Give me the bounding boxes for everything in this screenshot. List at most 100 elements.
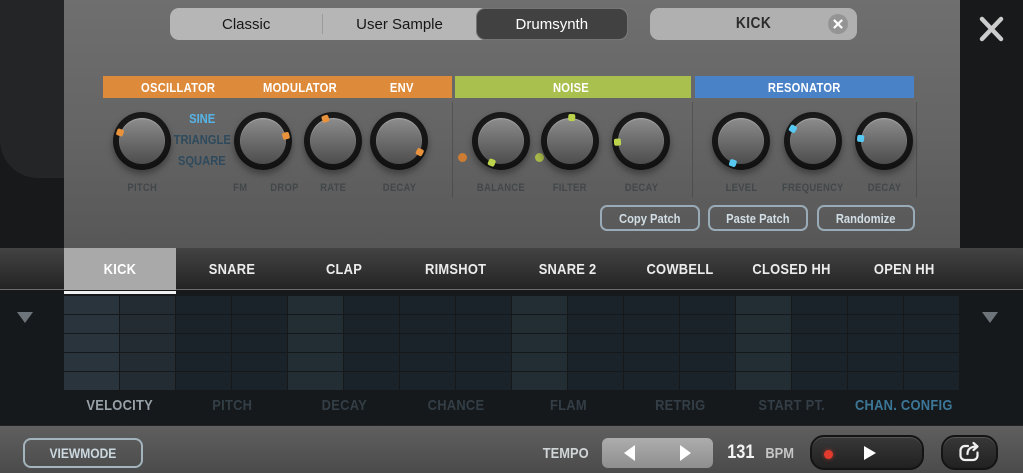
step-cell[interactable] — [120, 353, 175, 371]
step-cell[interactable] — [736, 296, 791, 314]
step-cell[interactable] — [624, 353, 679, 371]
step-cell[interactable] — [792, 296, 847, 314]
step-cell[interactable] — [64, 334, 119, 352]
step-cell[interactable] — [232, 353, 287, 371]
step-cell[interactable] — [64, 353, 119, 371]
step-cell[interactable] — [456, 372, 511, 390]
step-cell[interactable] — [624, 296, 679, 314]
step-cell[interactable] — [288, 334, 343, 352]
step-cell[interactable] — [848, 353, 903, 371]
step-cell[interactable] — [680, 353, 735, 371]
step-cell[interactable] — [680, 315, 735, 333]
step-cell[interactable] — [120, 334, 175, 352]
fm-drop-knob[interactable] — [234, 112, 292, 170]
step-cell[interactable] — [456, 296, 511, 314]
viewmode-button[interactable]: VIEWMODE — [23, 438, 143, 468]
clear-name-button[interactable] — [828, 14, 848, 34]
step-cell[interactable] — [792, 353, 847, 371]
pitch-knob[interactable] — [113, 112, 171, 170]
waveform-option-triangle[interactable]: TRIANGLE — [169, 129, 235, 150]
record-indicator-icon[interactable] — [824, 450, 833, 459]
step-cell[interactable] — [232, 372, 287, 390]
step-cell[interactable] — [400, 353, 455, 371]
param-tab-pitch[interactable]: PITCH — [176, 394, 288, 416]
step-cell[interactable] — [288, 353, 343, 371]
step-cell[interactable] — [568, 296, 623, 314]
step-cell[interactable] — [792, 315, 847, 333]
noise-decay-knob[interactable] — [612, 112, 670, 170]
step-cell[interactable] — [568, 334, 623, 352]
waveform-option-sine[interactable]: SINE — [187, 108, 217, 129]
env-decay-knob[interactable] — [370, 112, 428, 170]
expand-left-icon[interactable] — [17, 312, 33, 323]
step-cell[interactable] — [848, 372, 903, 390]
param-tab-chan-config[interactable]: CHAN. CONFIG — [848, 394, 960, 416]
param-tab-chance[interactable]: CHANCE — [400, 394, 512, 416]
step-cell[interactable] — [232, 315, 287, 333]
step-cell[interactable] — [176, 296, 231, 314]
step-cell[interactable] — [680, 296, 735, 314]
step-cell[interactable] — [624, 315, 679, 333]
track-tab-clap[interactable]: CLAP — [288, 248, 400, 290]
type-tab-user-sample[interactable]: User Sample — [323, 8, 475, 40]
type-tab-drumsynth[interactable]: Drumsynth — [476, 8, 628, 40]
step-cell[interactable] — [904, 353, 959, 371]
filter-knob[interactable] — [541, 112, 599, 170]
step-cell[interactable] — [512, 353, 567, 371]
step-cell[interactable] — [120, 315, 175, 333]
step-cell[interactable] — [400, 334, 455, 352]
play-button[interactable] — [810, 435, 924, 470]
copy-patch-button[interactable]: Copy Patch — [600, 205, 700, 231]
step-cell[interactable] — [344, 372, 399, 390]
param-tab-flam[interactable]: FLAM — [512, 394, 624, 416]
balance-knob[interactable] — [472, 112, 530, 170]
step-cell[interactable] — [176, 353, 231, 371]
step-cell[interactable] — [176, 334, 231, 352]
param-tab-retrig[interactable]: RETRIG — [624, 394, 736, 416]
type-tab-classic[interactable]: Classic — [170, 8, 322, 40]
step-cell[interactable] — [680, 334, 735, 352]
step-cell[interactable] — [288, 372, 343, 390]
step-cell[interactable] — [232, 296, 287, 314]
param-tab-velocity[interactable]: VELOCITY — [64, 394, 176, 416]
step-cell[interactable] — [176, 315, 231, 333]
track-tab-rimshot[interactable]: RIMSHOT — [400, 248, 512, 290]
step-cell[interactable] — [624, 334, 679, 352]
step-cell[interactable] — [288, 315, 343, 333]
export-button[interactable] — [941, 435, 998, 470]
param-tab-start-pt[interactable]: START PT. — [736, 394, 848, 416]
track-tab-snare-2[interactable]: SNARE 2 — [512, 248, 624, 290]
step-cell[interactable] — [176, 372, 231, 390]
res-decay-knob[interactable] — [855, 112, 913, 170]
step-cell[interactable] — [736, 334, 791, 352]
rate-knob[interactable] — [304, 112, 362, 170]
step-cell[interactable] — [792, 372, 847, 390]
step-cell[interactable] — [736, 353, 791, 371]
step-cell[interactable] — [568, 315, 623, 333]
step-cell[interactable] — [456, 315, 511, 333]
step-cell[interactable] — [120, 296, 175, 314]
track-tab-closed-hh[interactable]: CLOSED HH — [736, 248, 848, 290]
step-cell[interactable] — [344, 334, 399, 352]
level-knob[interactable] — [712, 112, 770, 170]
step-cell[interactable] — [736, 372, 791, 390]
expand-right-icon[interactable] — [982, 312, 998, 323]
param-tab-decay[interactable]: DECAY — [288, 394, 400, 416]
randomize-button[interactable]: Randomize — [817, 205, 915, 231]
track-tab-cowbell[interactable]: COWBELL — [624, 248, 736, 290]
step-cell[interactable] — [792, 334, 847, 352]
step-cell[interactable] — [680, 372, 735, 390]
step-cell[interactable] — [512, 315, 567, 333]
step-cell[interactable] — [400, 296, 455, 314]
step-cell[interactable] — [904, 315, 959, 333]
step-cell[interactable] — [400, 315, 455, 333]
step-cell[interactable] — [512, 372, 567, 390]
step-cell[interactable] — [568, 353, 623, 371]
step-cell[interactable] — [120, 372, 175, 390]
step-cell[interactable] — [400, 372, 455, 390]
step-cell[interactable] — [904, 296, 959, 314]
step-cell[interactable] — [568, 372, 623, 390]
step-cell[interactable] — [848, 315, 903, 333]
step-cell[interactable] — [288, 296, 343, 314]
step-cell[interactable] — [64, 372, 119, 390]
